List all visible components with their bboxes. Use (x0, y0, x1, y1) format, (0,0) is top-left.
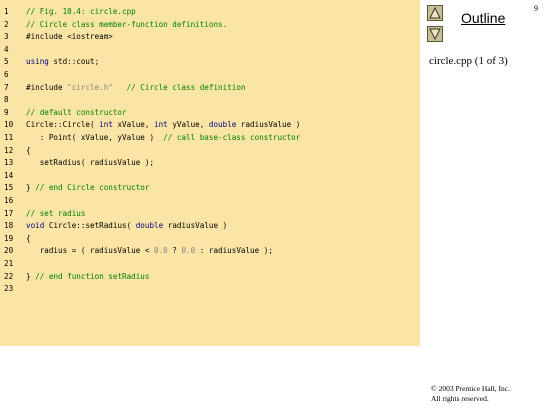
line-number: 18 (4, 221, 14, 231)
copyright-line-1: © 2003 Prentice Hall, Inc. (431, 384, 511, 393)
line-number: 9 (4, 107, 9, 117)
code-token-comment: // Circle class member-function definiti… (26, 19, 228, 29)
code-text: void Circle::setRadius( double radiusVal… (26, 220, 227, 232)
code-token-comment: // end Circle constructor (35, 183, 150, 193)
code-token-plain: } (26, 271, 36, 281)
line-number: 19 (4, 233, 14, 243)
code-token-plain: Circle::setRadius( (44, 221, 136, 231)
code-text: // default constructor (26, 107, 127, 119)
code-token-plain: setRadius( radiusValue ); (26, 158, 155, 168)
code-text: // set radius (26, 208, 85, 220)
page-number: 9 (534, 4, 538, 13)
line-number: 16 (4, 196, 14, 205)
code-token-plain: : radiusValue ); (195, 246, 273, 256)
code-token-comment: // Fig. 10.4: circle.cpp (26, 7, 136, 16)
code-token-directive: #include <iostream> (26, 32, 113, 42)
line-number: 20 (4, 246, 14, 256)
code-text: : Point( xValue, yValue ) // call base-c… (26, 132, 301, 144)
line-number: 7 (4, 82, 9, 92)
line-number: 3 (4, 32, 9, 42)
outline-up-button[interactable] (427, 5, 443, 21)
line-number: 13 (4, 158, 14, 168)
code-text: } // end Circle constructor (26, 182, 149, 194)
code-text: setRadius( radiusValue ); (26, 157, 154, 169)
code-token-plain: { (26, 233, 31, 243)
triangle-up-icon (429, 7, 441, 19)
code-token-plain: : Point( xValue, yValue ) (26, 133, 164, 142)
line-number: 2 (4, 19, 9, 29)
triangle-down-icon (429, 28, 441, 40)
code-token-plain: radius = ( radiusValue < (26, 246, 155, 256)
code-text: // Circle class member-function definiti… (26, 19, 227, 31)
code-text: using std::cout; (26, 56, 99, 68)
code-token-plain: ? (167, 246, 182, 256)
line-number: 6 (4, 70, 9, 79)
code-token-keyword: int (154, 120, 168, 130)
code-token-plain: { (26, 145, 31, 155)
file-label: circle.cpp (1 of 3) (429, 55, 508, 67)
code-text: } // end function setRadius (26, 271, 149, 283)
line-number: 15 (4, 183, 14, 193)
code-panel: 1 // Fig. 10.4: circle.cpp 2 // Circle clas… (0, 0, 420, 346)
line-number: 10 (4, 120, 14, 130)
code-token-comment: // default constructor (26, 107, 127, 117)
code-token-keyword: int (99, 120, 113, 130)
line-number: 23 (4, 284, 14, 294)
code-text: #include <iostream> (26, 31, 113, 43)
line-number: 8 (4, 95, 9, 105)
code-token-string: "circle.h" (67, 82, 113, 92)
code-token-comment: // end function setRadius (35, 271, 150, 281)
code-token-number: 0.0 (154, 246, 168, 256)
code-text: // Fig. 10.4: circle.cpp (26, 6, 136, 18)
code-text: { (26, 233, 31, 245)
code-token-comment: // set radius (26, 208, 86, 218)
code-token-plain: radiusValue ) (163, 221, 228, 231)
code-text: #include "circle.h" // Circle class defi… (26, 82, 245, 94)
code-token-plain: Circle::Circle( (26, 120, 100, 130)
line-number: 22 (4, 271, 14, 281)
line-number: 5 (4, 57, 9, 67)
line-number: 1 (4, 7, 9, 16)
code-token-keyword: void (26, 221, 45, 231)
code-token-keyword: double (135, 221, 164, 231)
code-token-keyword: double (208, 120, 237, 130)
code-token-plain: xValue, (112, 120, 155, 130)
code-token-number: 0.0 (181, 246, 196, 256)
line-number: 4 (4, 44, 9, 54)
code-text: radius = ( radiusValue < 0.0 ? 0.0 : rad… (26, 245, 273, 257)
outline-link[interactable]: Outline (461, 10, 505, 26)
code-token-plain: std::cout; (48, 57, 100, 67)
code-token-directive: #include (26, 82, 68, 92)
outline-down-button[interactable] (427, 26, 443, 42)
line-number: 14 (4, 170, 14, 180)
code-text: { (26, 145, 31, 157)
line-number: 12 (4, 145, 14, 155)
line-number: 11 (4, 133, 14, 142)
code-token-plain: } (26, 183, 36, 193)
line-number: 21 (4, 259, 14, 268)
code-token-keyword: using (26, 57, 49, 67)
code-token-plain: radiusValue ) (236, 120, 301, 130)
code-token-comment: // Circle class definition (112, 82, 246, 92)
code-token-plain: yValue, (167, 120, 209, 130)
copyright-notice: © 2003 Prentice Hall, Inc. All rights re… (431, 384, 510, 404)
line-number: 17 (4, 208, 14, 218)
copyright-line-2: All rights reserved. (431, 394, 489, 403)
code-text: Circle::Circle( int xValue, int yValue, … (26, 119, 300, 131)
code-token-comment: // call base-class constructor (163, 133, 301, 142)
